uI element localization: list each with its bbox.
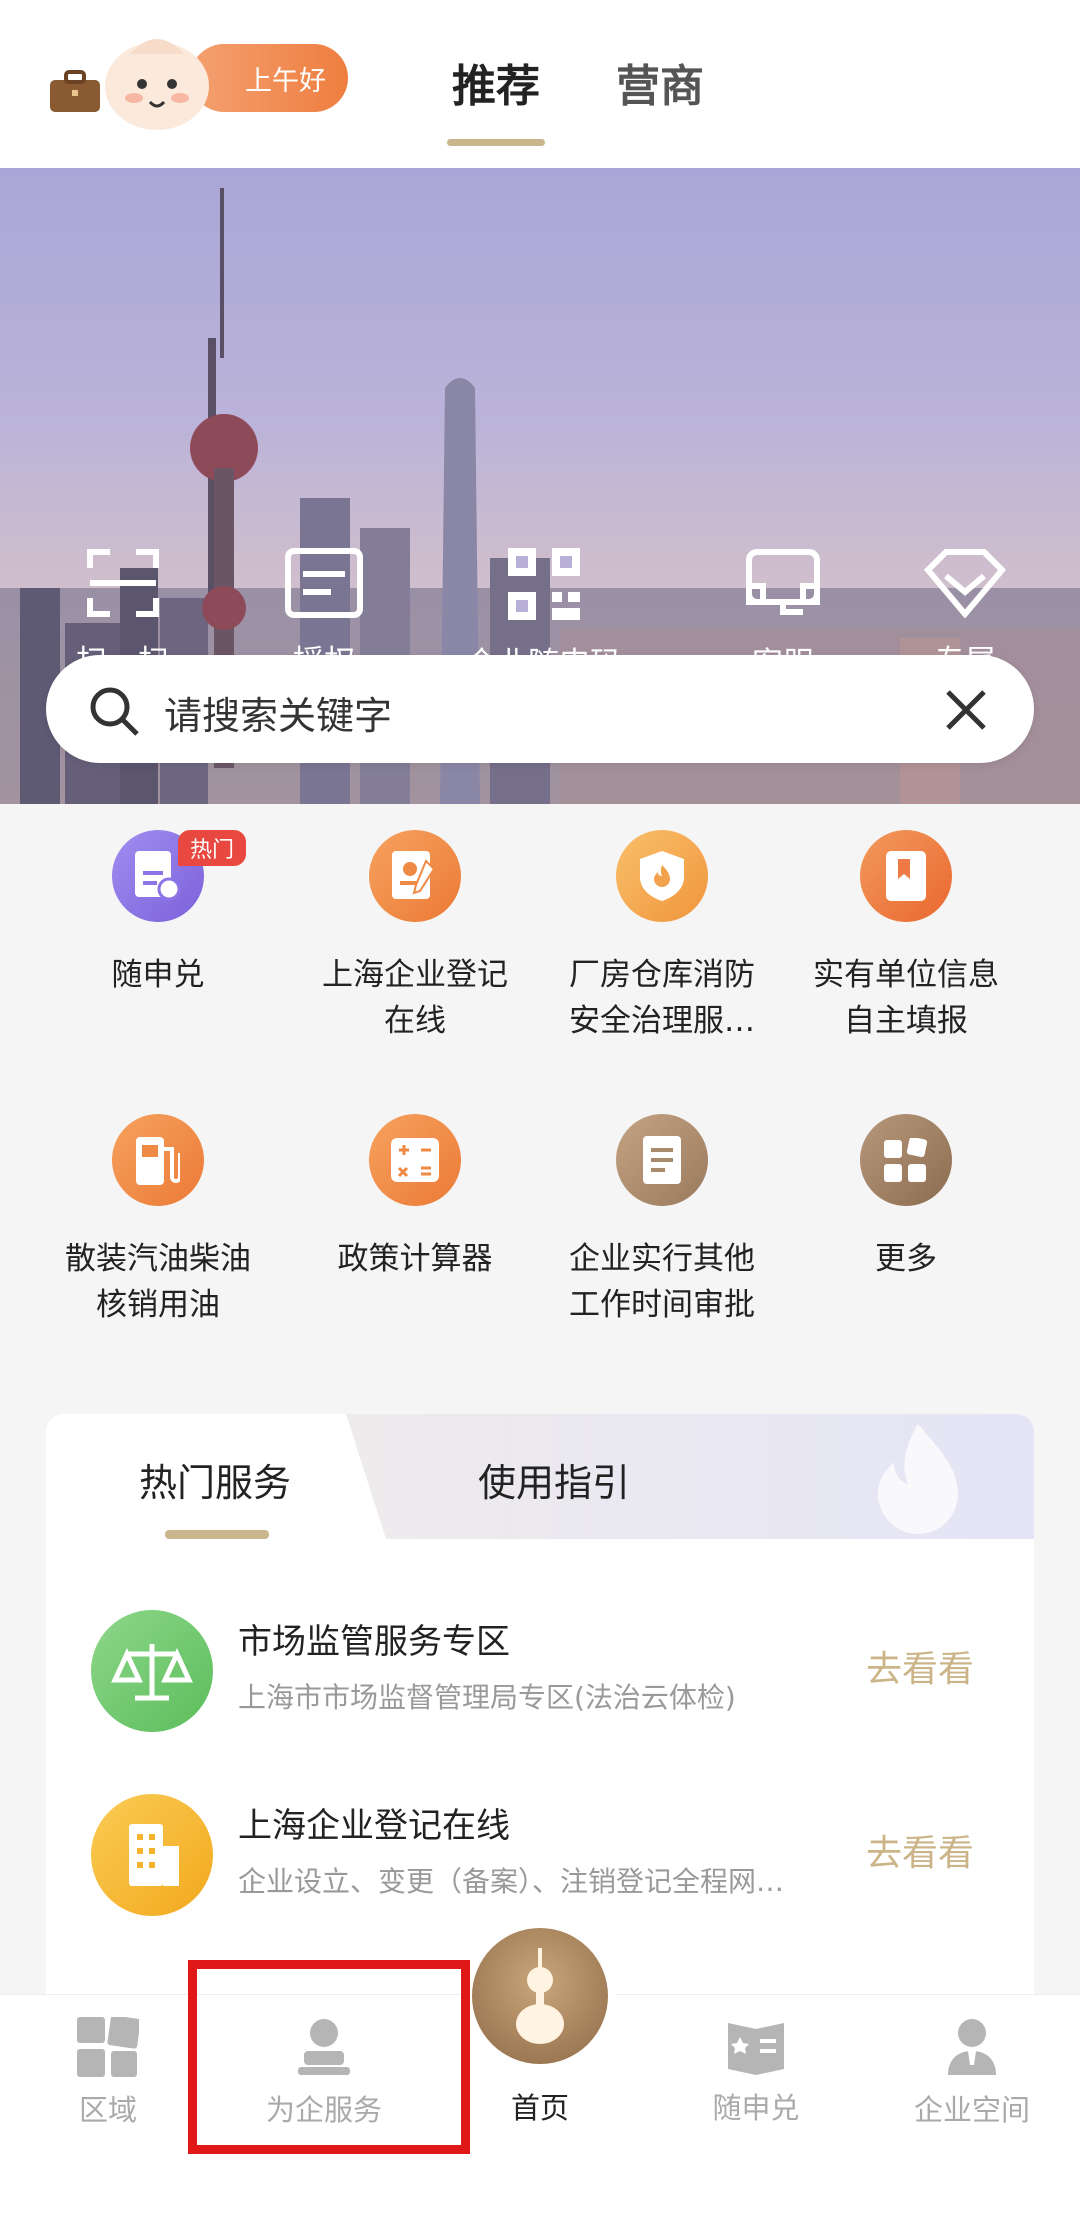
hot-services-card: 热门服务 使用指引 市场监管服务专区 上海市市场监督管理局专区(法治云体检) 去… (46, 1414, 1034, 2014)
briefcase-icon (50, 70, 100, 112)
bookmark-icon (860, 830, 952, 922)
nav-label: 随申兑 (712, 2091, 800, 2125)
highlight-box (188, 1960, 470, 2154)
service-enterprise-registration[interactable]: 上海企业登记 在线 (295, 830, 535, 1044)
nav-label: 区域 (78, 2093, 137, 2127)
row-subtitle: 企业设立、变更（备案）、注销登记全程网… (238, 1865, 785, 1898)
service-fire-safety[interactable]: 厂房仓库消防 安全治理服… (542, 830, 782, 1044)
service-label: 企业实行其他 (569, 1241, 755, 1277)
tab-recommend[interactable]: 推荐 (447, 50, 545, 146)
fuel-pump-icon (112, 1114, 204, 1206)
tab-business[interactable]: 营商 (616, 50, 704, 114)
exclusive-icon (924, 549, 1006, 618)
fire-shield-icon (616, 830, 708, 922)
calculator-icon (369, 1114, 461, 1206)
nav-home[interactable]: 首页 (450, 2085, 630, 2127)
nav-label: 首页 (510, 2091, 569, 2125)
home-button[interactable] (472, 1928, 608, 2064)
row-title: 市场监管服务专区 (238, 1622, 510, 1662)
tab-underline (165, 1530, 269, 1539)
nav-label: 企业空间 (913, 2093, 1030, 2127)
building-icon (91, 1794, 213, 1916)
service-row-market[interactable]: 市场监管服务专区 上海市市场监督管理局专区(法治云体检) 去看看 (46, 1610, 1034, 1760)
document-icon (616, 1114, 708, 1206)
go-see-button[interactable]: 去看看 (866, 1824, 974, 1876)
top-header: 上午好 推荐 营商 (0, 0, 1080, 168)
close-icon[interactable] (944, 688, 988, 732)
service-label-line2: 工作时间审批 (569, 1287, 755, 1323)
service-unit-info[interactable]: 实有单位信息 自主填报 (786, 830, 1026, 1044)
service-label: 政策计算器 (337, 1241, 493, 1277)
home-icon (516, 1948, 564, 2044)
service-label: 厂房仓库消防 (569, 957, 755, 993)
authorize-icon (285, 548, 363, 618)
customer-service-icon (746, 549, 820, 615)
registration-icon (369, 830, 461, 922)
search-input[interactable]: 请搜索关键字 (164, 685, 392, 740)
service-label-line2: 安全治理服… (569, 1003, 755, 1039)
service-policy-calculator[interactable]: 政策计算器 (295, 1114, 535, 1282)
service-working-hours[interactable]: 企业实行其他 工作时间审批 (542, 1114, 782, 1328)
service-label-line2: 核销用油 (96, 1287, 220, 1323)
hot-badge: 热门 (178, 830, 247, 866)
region-icon (77, 2017, 139, 2077)
search-icon (90, 687, 139, 736)
tab-hot-services[interactable]: 热门服务 (139, 1452, 291, 1507)
flame-icon (878, 1424, 958, 1534)
nav-enterprise-space[interactable]: 企业空间 (882, 2017, 1062, 2129)
scale-icon (91, 1610, 213, 1732)
scan-icon (86, 549, 159, 617)
service-row-registration[interactable]: 上海企业登记在线 企业设立、变更（备案）、注销登记全程网… 去看看 (46, 1794, 1034, 1944)
more-grid-icon (860, 1114, 952, 1206)
row-subtitle: 上海市市场监督管理局专区(法治云体检) (238, 1681, 736, 1714)
service-label-line2: 在线 (384, 1003, 446, 1039)
service-fuel[interactable]: 散装汽油柴油 核销用油 (38, 1114, 278, 1328)
mascot-icon (105, 39, 209, 130)
service-label: 更多 (875, 1241, 937, 1277)
service-label: 散装汽油柴油 (65, 1241, 251, 1277)
go-see-button[interactable]: 去看看 (866, 1640, 974, 1692)
suishendui-icon (728, 2023, 784, 2075)
service-label-line2: 自主填报 (844, 1003, 968, 1039)
qr-code-icon (507, 548, 580, 620)
nav-region[interactable]: 区域 (18, 2017, 198, 2129)
service-label: 随申兑 (111, 957, 205, 993)
row-title: 上海企业登记在线 (238, 1806, 510, 1846)
nav-suishendui[interactable]: 随申兑 (666, 2017, 846, 2127)
search-bar[interactable]: 请搜索关键字 (46, 655, 1034, 763)
service-label: 上海企业登记 (322, 957, 508, 993)
service-more[interactable]: 更多 (786, 1114, 1026, 1282)
service-label: 实有单位信息 (813, 957, 999, 993)
tab-usage-guide[interactable]: 使用指引 (478, 1452, 630, 1507)
enterprise-space-icon (948, 2019, 996, 2075)
